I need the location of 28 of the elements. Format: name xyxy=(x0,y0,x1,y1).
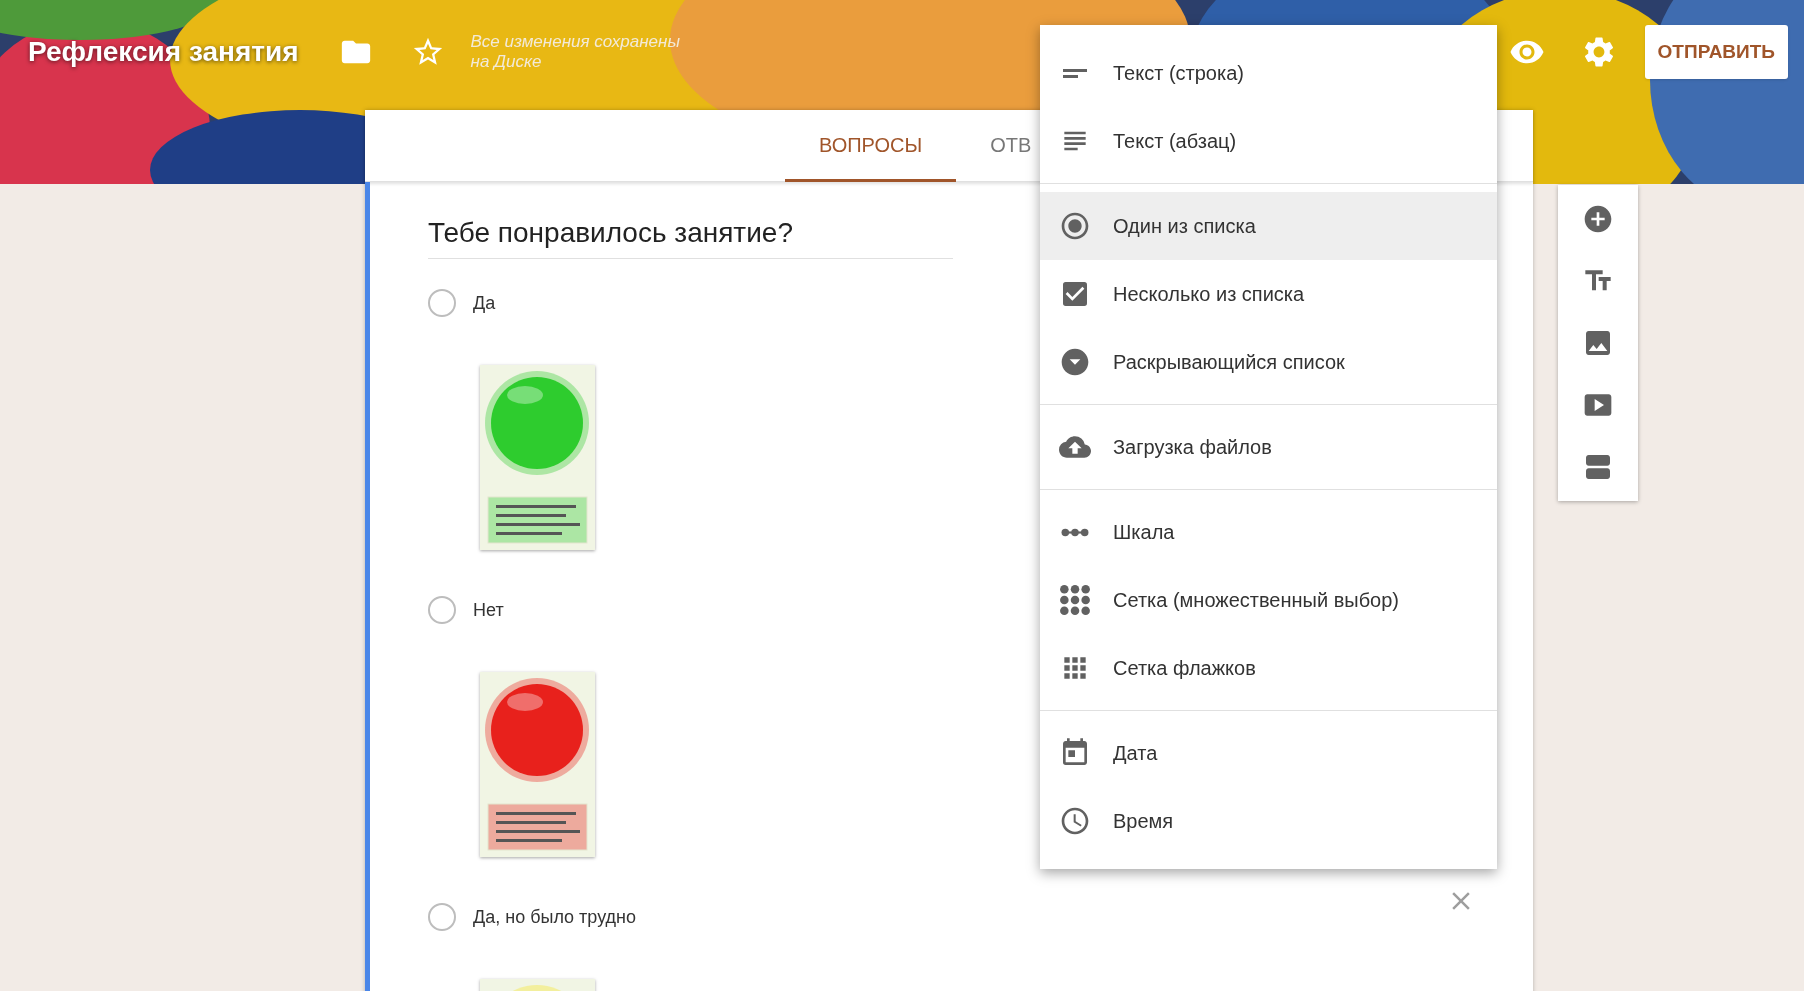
dot-grid-icon xyxy=(1059,584,1091,616)
menu-item[interactable]: Текст (строка) xyxy=(1040,39,1497,107)
menu-item[interactable]: Один из списка xyxy=(1040,192,1497,260)
menu-item[interactable]: Время xyxy=(1040,787,1497,855)
menu-item[interactable]: Текст (абзац) xyxy=(1040,107,1497,175)
radio-button[interactable] xyxy=(428,903,456,931)
menu-item[interactable]: Несколько из списка xyxy=(1040,260,1497,328)
tab[interactable]: ВОПРОСЫ xyxy=(785,110,957,182)
radio-button[interactable] xyxy=(428,289,456,317)
save-status: Все изменения сохранены на Диске xyxy=(470,32,681,72)
option-label: Да, но было трудно xyxy=(473,905,637,929)
option-label: Нет xyxy=(473,598,504,622)
option-label: Да xyxy=(473,291,496,315)
tab[interactable]: ОТВ xyxy=(956,110,1032,182)
radio-button[interactable] xyxy=(428,596,456,624)
clock-icon xyxy=(1059,805,1091,837)
dropdown-icon xyxy=(1059,346,1091,378)
menu-item[interactable]: Загрузка файлов xyxy=(1040,413,1497,481)
menu-item[interactable]: Сетка (множественный выбор) xyxy=(1040,566,1497,634)
send-button[interactable]: ОТПРАВИТЬ xyxy=(1644,25,1788,79)
short-text-icon xyxy=(1063,68,1087,78)
menu-item[interactable]: Шкала xyxy=(1040,498,1497,566)
question-title-field[interactable]: Тебе понравилось занятие? xyxy=(428,212,953,259)
menu-item[interactable]: Раскрывающийся список xyxy=(1040,328,1497,396)
radio-button-icon xyxy=(1059,210,1091,242)
menu-item[interactable]: Сетка флажков xyxy=(1040,634,1497,702)
linear-scale-icon xyxy=(1061,527,1089,537)
menu-item[interactable]: Дата xyxy=(1040,719,1497,787)
